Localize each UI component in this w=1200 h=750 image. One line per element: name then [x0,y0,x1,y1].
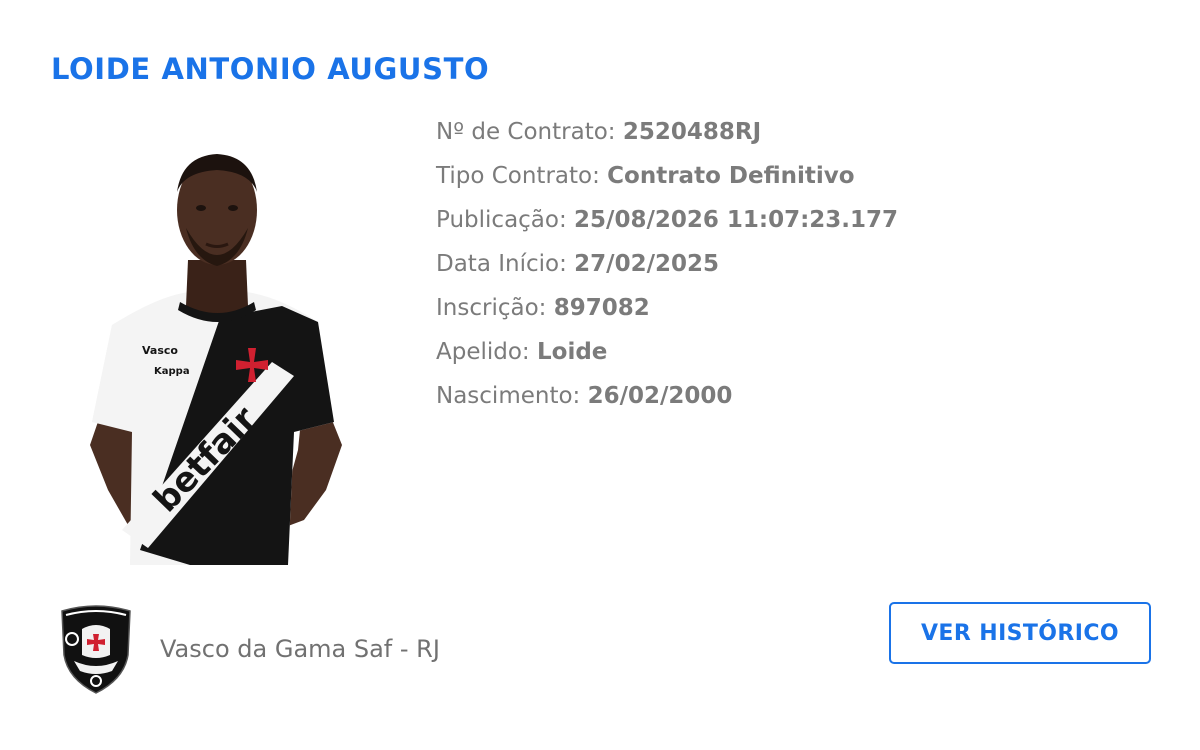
detail-label: Apelido: [436,339,530,365]
detail-value: 26/02/2000 [587,383,733,409]
detail-value: 897082 [553,295,650,321]
detail-contract-type: Tipo Contrato: Contrato Definitivo [436,154,898,198]
detail-value: Contrato Definitivo [607,163,855,189]
detail-publication: Publicação: 25/08/2026 11:07:23.177 [436,198,898,242]
detail-label: Publicação: [436,207,567,233]
detail-contract-number: Nº de Contrato: 2520488RJ [436,110,898,154]
detail-registration: Inscrição: 897082 [436,286,898,330]
player-name: LOIDE ANTONIO AUGUSTO [51,52,490,86]
detail-label: Data Início: [436,251,567,277]
detail-value: 27/02/2025 [574,251,719,277]
view-history-button[interactable]: VER HISTÓRICO [889,602,1151,664]
detail-value: 2520488RJ [622,119,762,145]
detail-birth: Nascimento: 26/02/2000 [436,374,898,418]
player-photo: betfair Vasco Kappa [50,110,380,565]
detail-value: 25/08/2026 11:07:23.177 [574,207,899,233]
chest-sponsor-print: Vasco [142,344,178,357]
kit-maker-print: Kappa [154,366,190,377]
detail-label: Nascimento: [436,383,581,409]
detail-label: Tipo Contrato: [436,163,600,189]
contract-details: Nº de Contrato: 2520488RJ Tipo Contrato:… [436,110,898,418]
club-name: Vasco da Gama Saf - RJ [160,635,440,663]
detail-label: Nº de Contrato: [436,119,616,145]
player-card: LOIDE ANTONIO AUGUSTO betfair Vasco Kapp… [0,0,1200,750]
detail-start-date: Data Início: 27/02/2025 [436,242,898,286]
detail-label: Inscrição: [436,295,547,321]
vasco-crest-icon [58,603,134,695]
detail-nickname: Apelido: Loide [436,330,898,374]
detail-value: Loide [537,339,608,365]
